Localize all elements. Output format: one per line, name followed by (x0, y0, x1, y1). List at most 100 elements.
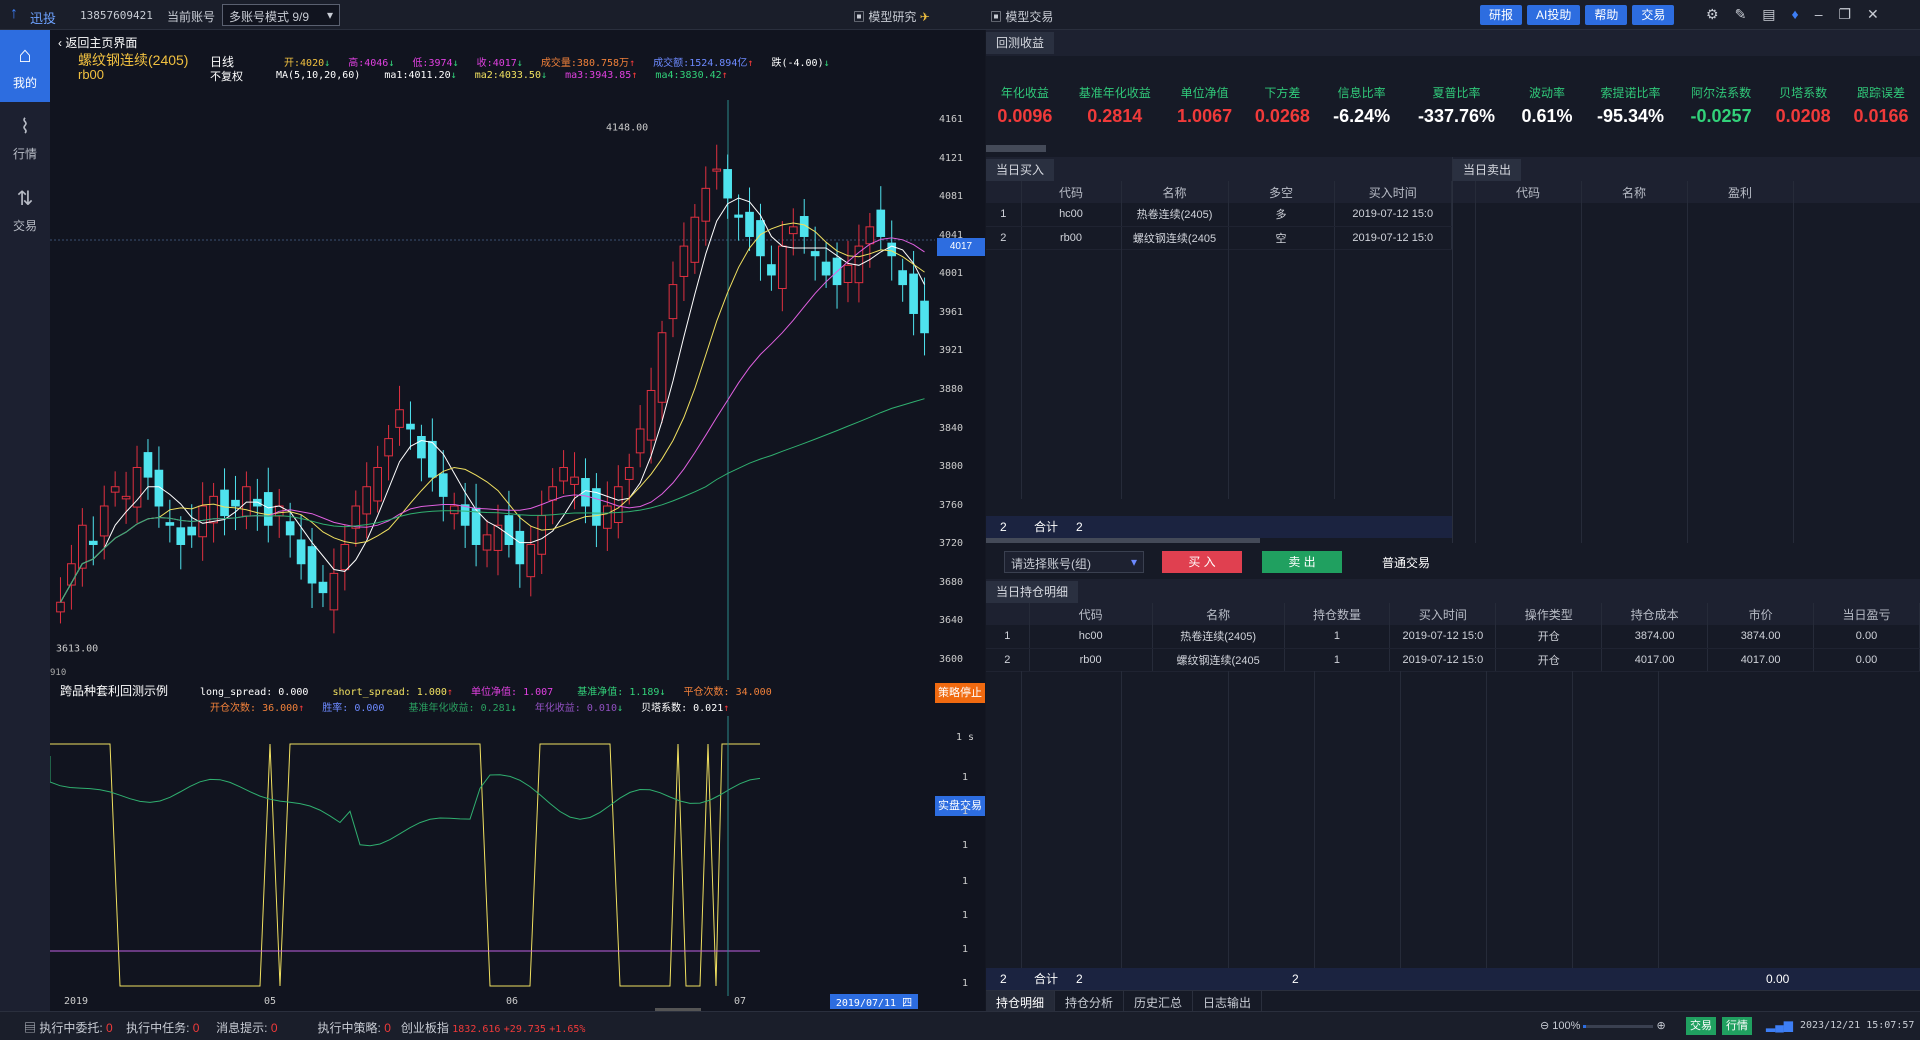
metric-label: 索提诺比率 (1600, 85, 1661, 100)
indicator-title: 跨品种套利回测示例 (60, 684, 169, 698)
shirt-icon[interactable]: ♦ (1792, 6, 1799, 22)
indicator-row-2: 开仓次数: 36.000↑ 胜率: 0.000 基准年化收益: 0.281↓ 年… (210, 703, 730, 714)
account-label: 当前账号 (167, 10, 216, 24)
metric-value: 0.61% (1521, 105, 1573, 126)
edit-icon[interactable]: ✎ (1735, 6, 1747, 23)
cell: 螺纹钢连续(2405 (1121, 226, 1229, 250)
ind-tick: 1 (962, 978, 969, 989)
ohlc-key: 成交额: (653, 58, 690, 69)
normal-trade-link[interactable]: 普通交易 (1382, 554, 1430, 571)
metric-value: 0.2814 (1087, 105, 1143, 126)
tab-sell[interactable]: 当日卖出 (1453, 159, 1522, 181)
table-row[interactable]: 2 rb00 螺纹钢连续(2405 1 2019-07-12 15:0 开仓 4017.00… (986, 648, 1920, 672)
status-quote-button[interactable]: 行情 (1722, 1017, 1752, 1035)
indicator-chart[interactable] (50, 716, 935, 1010)
indicator-axis: 1 s 1 1 1 1 1 1 1 (956, 720, 982, 1000)
restore-icon[interactable]: ❐ (1838, 6, 1851, 23)
minimize-icon[interactable]: – (1815, 6, 1823, 22)
tab-backtest[interactable]: 回测收益 (986, 32, 1055, 54)
account-group-select[interactable]: 请选择账号(组) ▾ (1004, 551, 1144, 573)
ohlc-value: 3974 (428, 58, 453, 69)
ohlc-value: 4046 (364, 58, 389, 69)
table-row[interactable]: 2 rb00 螺纹钢连续(2405 空 2019-07-12 15:0 (986, 226, 1452, 250)
ma-label: MA(5,10,20,60) (276, 70, 361, 81)
zoom-out-icon[interactable]: ⊖ (1540, 1020, 1549, 1032)
sidebar-item-trade[interactable]: ⇅ 交易 (0, 174, 50, 246)
layout-icon[interactable]: ▤ (1762, 6, 1775, 23)
positions-table: 代码 名称 持仓数量 买入时间 操作类型 持仓成本 市价 当日盈亏 1 hc00 热卷连续(240… (986, 603, 1920, 672)
status-value: 0 (106, 1021, 113, 1035)
candle (176, 527, 186, 545)
pos-total-count: 2 (1076, 972, 1083, 986)
y-tick: 3720 (939, 538, 964, 550)
cell: 2 (986, 648, 1030, 672)
candle (88, 540, 98, 545)
sidebar-item-label: 行情 (12, 147, 37, 161)
research-report-button[interactable]: 研报 (1480, 5, 1523, 25)
sell-button[interactable]: 卖 出 (1262, 551, 1342, 573)
chevron-down-icon: ▾ (326, 8, 333, 22)
gear-icon[interactable]: ⚙ (1706, 6, 1719, 23)
col-header: 名称 (1152, 603, 1285, 625)
x-axis: 2019 05 06 07 2019/07/11 四 (50, 994, 985, 1011)
table-row[interactable]: 1 hc00 热卷连续(2405) 1 2019-07-12 15:0 开仓 3874.00… (986, 625, 1920, 649)
x-label: 05 (264, 996, 277, 1007)
tab-positions[interactable]: 当日持仓明细 (986, 581, 1079, 603)
buy-table: 代码 名称 多空 买入时间 1 hc00 热卷连续(2405) 多 2019-07-12 15… (986, 181, 1452, 250)
ind-tick: 1 (962, 806, 969, 817)
close-icon[interactable]: ✕ (1867, 6, 1879, 23)
y-tick: 3760 (939, 499, 964, 511)
positions-table-wrap: 代码 名称 持仓数量 买入时间 操作类型 持仓成本 市价 当日盈亏 1 hc00 热卷连续(240… (986, 603, 1920, 1001)
research-label: 模型研究 (868, 10, 917, 24)
price-tag: 4017 (937, 238, 985, 256)
trade-button[interactable]: 交易 (1632, 5, 1675, 25)
ind-tick: 1 (962, 944, 969, 955)
cell: 2019-07-12 15:0 (1389, 648, 1497, 672)
y-tick: 4001 (939, 268, 964, 279)
y-tick: 3800 (939, 461, 964, 473)
candlestick-chart[interactable]: 4148.00 3613.00 (50, 100, 935, 680)
ohlc-key: 高: (348, 58, 365, 69)
cell: 1 (1284, 648, 1391, 672)
metric-value: 0.0208 (1775, 105, 1831, 126)
ma-value: 3943.85 (589, 70, 632, 81)
metric-value: 0.0268 (1254, 105, 1310, 126)
help-button[interactable]: 帮助 (1585, 5, 1628, 25)
zoom-slider[interactable] (1583, 1024, 1654, 1028)
metrics-scrollbar[interactable] (986, 145, 1046, 152)
candle (78, 524, 87, 569)
metric-value: 1.0067 (1177, 105, 1233, 126)
model-trade-tab[interactable]: ▣ 模型交易 (990, 8, 1053, 25)
strategy-stop-button[interactable]: 策略停止 (935, 683, 985, 703)
ma-value: 4033.50 (498, 70, 541, 81)
metric-label: 信息比率 (1337, 85, 1386, 100)
sidebar-item-home[interactable]: ⌂ 我的 (0, 30, 50, 102)
candle (548, 486, 557, 501)
research-tab[interactable]: ▣ 模型研究 ✈ (853, 8, 930, 25)
tab-buy[interactable]: 当日买入 (986, 159, 1055, 181)
candle (460, 504, 470, 526)
brand-name: 迅投 (30, 11, 57, 26)
candle (592, 488, 601, 526)
back-link[interactable]: ‹ 返回主页界面 (58, 34, 137, 51)
back-label: 返回主页界面 (65, 36, 138, 50)
ohlc-key: 低: (412, 58, 429, 69)
metric-label: 跟踪误差 (1857, 85, 1906, 100)
status-key: 执行中策略: (317, 1021, 381, 1035)
buy-button[interactable]: 买 入 (1162, 551, 1242, 573)
sidebar-item-market[interactable]: ⌇ 行情 (0, 102, 50, 174)
status-trade-button[interactable]: 交易 (1686, 1017, 1716, 1035)
ind-tick: 1 s (956, 732, 975, 743)
candle (679, 245, 689, 277)
account-mode-select[interactable]: 多账号模式 9/9 ▾ (222, 4, 340, 26)
zoom-in-icon[interactable]: ⊕ (1657, 1020, 1666, 1032)
zoom-control[interactable]: ⊖ 100% ⊕ (1540, 1019, 1666, 1032)
ai-button[interactable]: AI投助 (1527, 5, 1581, 25)
window-controls: ⚙ ✎ ▤ ♦ – ❐ ✕ (1698, 6, 1887, 23)
table-row[interactable]: 1 hc00 热卷连续(2405) 多 2019-07-12 15:0 (986, 203, 1452, 227)
ind-value: 0.281 (480, 703, 511, 714)
account-group-value: 请选择账号(组) (1011, 557, 1091, 571)
col-header: 持仓数量 (1284, 603, 1391, 625)
metric-label: 贝塔系数 (1779, 85, 1828, 100)
x-label: 2019 (64, 996, 89, 1007)
